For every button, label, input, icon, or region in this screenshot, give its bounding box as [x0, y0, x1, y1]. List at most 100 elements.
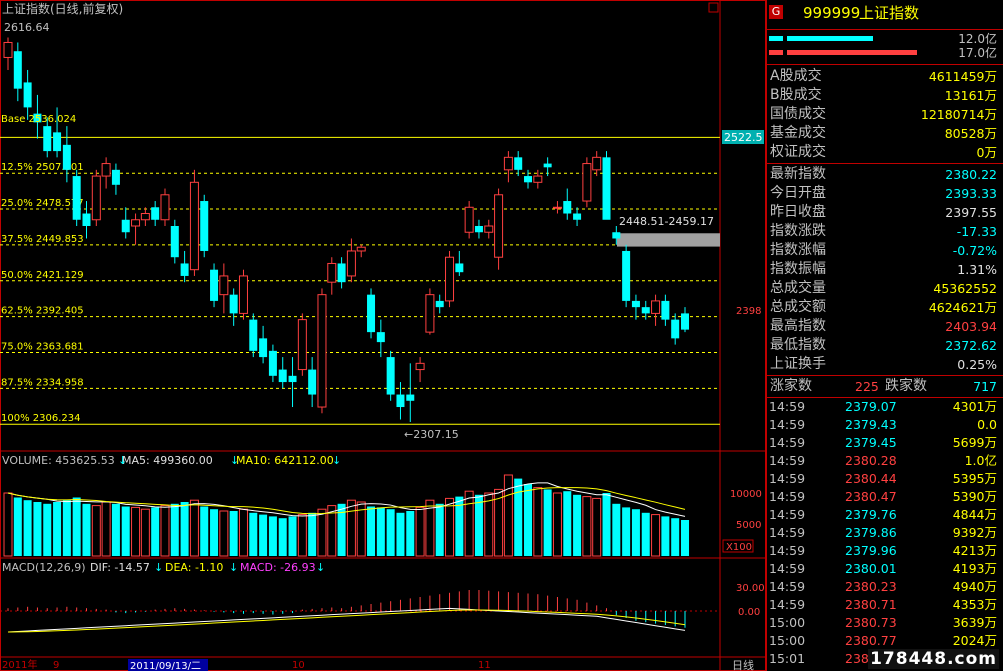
candle-body — [111, 169, 120, 185]
volume-bar — [62, 500, 71, 556]
volume-header-value: VOLUME: 453625.53 — [2, 454, 115, 467]
fib-level-label: 100% 2306.234 — [1, 413, 80, 424]
volume-bar — [229, 511, 238, 556]
stat-value: 4624621万 — [928, 300, 997, 315]
stat-value: -17.33 — [956, 224, 997, 239]
volume-bar — [101, 501, 111, 557]
tick-volume: 5390万 — [952, 489, 997, 504]
tick-price: 2379.43 — [845, 417, 897, 432]
candle-body — [268, 350, 277, 376]
tick-row: 14:59 2379.07 4301万 — [767, 398, 1003, 416]
stat-row: 最高指数 2403.94 — [767, 317, 1003, 336]
stat-label: 总成交额 — [770, 299, 826, 315]
period-label[interactable]: 日线 — [732, 658, 754, 671]
volume-bar — [641, 512, 650, 556]
tick-row: 15:00 2380.77 2024万 — [767, 632, 1003, 650]
volume-bar — [249, 512, 258, 556]
candle-body — [455, 263, 464, 273]
candle-body — [415, 362, 425, 371]
macd-dea-label: DEA: -1.10 — [165, 561, 223, 574]
fib-level-label: 62.5% 2392.405 — [1, 306, 84, 317]
candlestick-series — [3, 37, 689, 423]
fibonacci-retracement: 12.5% 2507.301 25.0% 2478.577 37.5% 2449.8… — [0, 136, 720, 425]
volume-bar — [406, 511, 415, 556]
candle-body — [327, 262, 337, 283]
tick-price: 2380.73 — [845, 615, 897, 630]
volume-bar — [317, 508, 327, 557]
volume-bar — [631, 509, 640, 556]
candle-body — [494, 194, 504, 258]
volume-bar — [464, 490, 474, 557]
volume-bar — [53, 502, 62, 556]
volume-bar — [219, 510, 229, 557]
volume-bar — [23, 500, 32, 556]
turnover-value: 12180714万 — [920, 107, 997, 122]
tick-time: 15:01 — [769, 651, 806, 666]
candle-body — [651, 300, 661, 314]
close-chart-icon[interactable] — [708, 2, 719, 13]
candle-body — [622, 250, 631, 301]
tick-price: 2380.28 — [845, 453, 897, 468]
candle-body — [180, 263, 189, 276]
volume-bar — [563, 491, 572, 556]
tick-volume: 5395万 — [952, 471, 997, 486]
candle-body — [464, 206, 474, 233]
gap-range-label: 2448.51-2459.17 — [619, 215, 714, 228]
volume-bar — [661, 516, 670, 556]
stat-label: 指数涨跌 — [770, 223, 826, 239]
stat-row: 总成交量 45362552 — [767, 279, 1003, 298]
volume-bar — [681, 520, 689, 556]
date-axis-month-11: 11 — [478, 660, 491, 671]
tick-volume: 0.0 — [977, 417, 997, 432]
candle-body — [602, 157, 611, 220]
advance-decline-row: 涨家数 225 跌家数 717 — [767, 377, 1003, 396]
turnover-value: 0万 — [976, 145, 997, 160]
macd-dif-label: DIF: -14.57 — [90, 561, 150, 574]
fib-level-label: 25.0% 2478.577 — [1, 198, 84, 209]
tick-price: 2380.44 — [845, 471, 897, 486]
stat-label: 昨日收盘 — [770, 204, 826, 220]
volume-bar — [189, 499, 199, 557]
candle-body — [563, 201, 572, 214]
candle-body — [210, 269, 219, 301]
macd-axis-high: 30.00 — [736, 583, 765, 594]
volume-bar — [170, 503, 179, 556]
volume-bar — [376, 507, 385, 556]
down-arrow-icon: ↓ — [229, 561, 238, 574]
stat-value: 2372.62 — [945, 338, 997, 353]
stat-row: 指数涨幅 -0.72% — [767, 241, 1003, 260]
tick-volume: 5699万 — [952, 435, 997, 450]
stat-value: 45362552 — [933, 281, 997, 296]
tick-volume: 2024万 — [952, 633, 997, 648]
date-axis-year: 2011年 — [2, 658, 37, 671]
low-price-marker: ←2307.15 — [404, 428, 459, 441]
candle-body — [189, 181, 199, 271]
candle-body — [474, 226, 483, 233]
candle-body — [62, 144, 71, 170]
volume-bar — [582, 496, 592, 557]
sell-bar-marker — [769, 50, 783, 55]
tick-time: 14:59 — [769, 579, 806, 594]
volume-bar — [396, 512, 405, 556]
volume-bar — [552, 492, 562, 557]
candle-body — [13, 51, 22, 89]
gap-zone — [617, 233, 720, 247]
tick-row: 14:59 2380.71 4353万 — [767, 596, 1003, 614]
volume-bar — [238, 508, 248, 557]
candle-body — [346, 250, 356, 277]
candle-body — [170, 226, 179, 258]
tick-time: 14:59 — [769, 417, 806, 432]
volume-ma10-label: MA10: 642112.00 — [236, 454, 334, 467]
volume-bar — [474, 494, 483, 556]
candle-body — [297, 319, 307, 371]
tick-volume: 4353万 — [952, 597, 997, 612]
candle-body — [503, 156, 513, 171]
turnover-value: 13161万 — [944, 88, 997, 103]
volume-bar — [435, 503, 444, 556]
date-axis-month-10: 10 — [292, 660, 305, 671]
stat-label: 总成交量 — [770, 280, 826, 296]
kline-chart-area[interactable]: 12.5% 2507.301 25.0% 2478.577 37.5% 2449.8… — [0, 0, 766, 671]
candle-body — [425, 294, 435, 333]
candle-body — [121, 219, 130, 233]
gear-icon[interactable]: G — [769, 5, 783, 19]
